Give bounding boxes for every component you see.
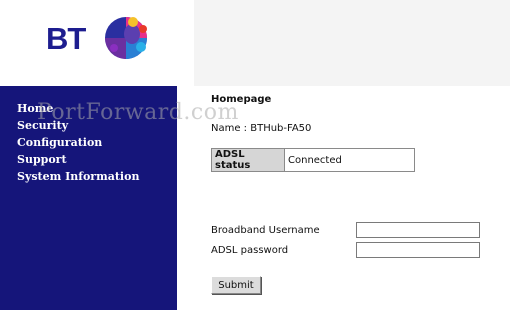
sidebar-item-configuration[interactable]: Configuration <box>17 134 139 151</box>
adsl-password-input[interactable] <box>356 242 480 258</box>
page-title: Homepage <box>211 94 272 105</box>
sidebar-item-security[interactable]: Security <box>17 117 139 134</box>
adsl-status-value: Connected <box>284 148 415 172</box>
bt-piper-logo-icon <box>105 17 147 59</box>
header-right-panel <box>194 0 510 86</box>
device-name-text: Name : BTHub-FA50 <box>211 123 312 134</box>
sidebar-item-home[interactable]: Home <box>17 100 139 117</box>
sidebar-item-system-information[interactable]: System Information <box>17 168 139 185</box>
main-content: Homepage Name : BTHub-FA50 ADSL status C… <box>211 86 501 310</box>
adsl-status-table: ADSL status Connected <box>211 148 415 172</box>
adsl-status-label: ADSL status <box>211 148 285 172</box>
submit-button[interactable]: Submit <box>211 276 261 294</box>
bt-logo-text: BT <box>46 21 86 56</box>
sidebar-item-support[interactable]: Support <box>17 151 139 168</box>
broadband-username-label: Broadband Username <box>211 225 320 236</box>
sidebar-nav: Home Security Configuration Support Syst… <box>0 86 177 310</box>
broadband-username-input[interactable] <box>356 222 480 238</box>
adsl-password-label: ADSL password <box>211 245 289 256</box>
header-logo-area: BT <box>0 0 194 86</box>
